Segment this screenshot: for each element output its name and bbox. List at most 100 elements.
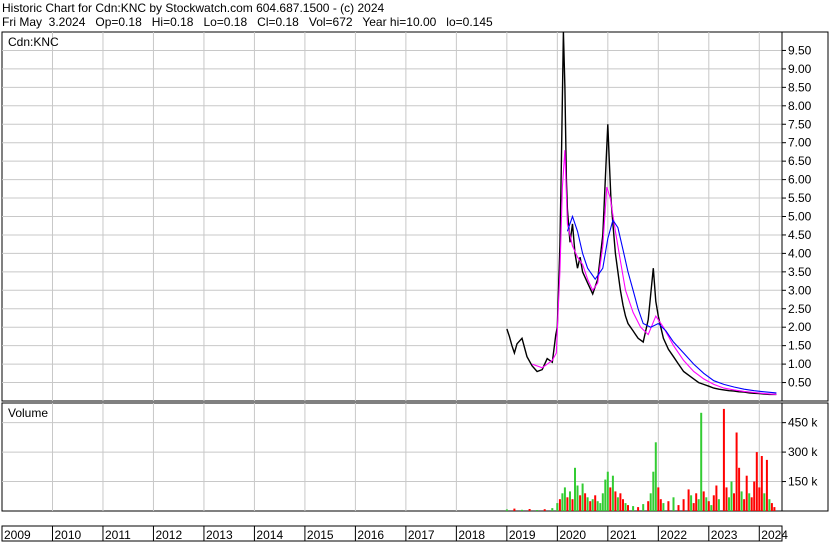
volume-bar xyxy=(571,499,574,511)
stock-chart-root: Historic Chart for Cdn:KNC by Stockwatch… xyxy=(0,0,830,543)
price-tick-label: 9.50 xyxy=(788,43,812,57)
year-tick-label: 2020 xyxy=(559,528,586,542)
volume-bar xyxy=(717,499,720,511)
year-tick-label: 2022 xyxy=(660,528,687,542)
volume-bar xyxy=(755,452,758,511)
price-tick-label: 6.00 xyxy=(788,173,812,187)
price-tick-label: 1.00 xyxy=(788,357,812,371)
year-tick-label: 2024 xyxy=(761,528,788,542)
volume-bar xyxy=(624,503,627,511)
volume-bar xyxy=(657,487,660,511)
volume-bar xyxy=(725,487,728,511)
volume-bar xyxy=(702,491,705,511)
price-tick-label: 3.50 xyxy=(788,265,812,279)
volume-bar xyxy=(599,503,602,511)
volume-bar xyxy=(649,493,652,511)
price-tick-label: 3.00 xyxy=(788,283,812,297)
volume-bar xyxy=(760,456,763,511)
price-tick-label: 9.00 xyxy=(788,62,812,76)
price-tick-label: 6.50 xyxy=(788,154,812,168)
volume-bar xyxy=(652,471,655,511)
volume-bar xyxy=(758,487,761,511)
volume-bar xyxy=(647,501,650,511)
volume-bar xyxy=(586,497,589,511)
price-tick-label: 1.50 xyxy=(788,339,812,353)
volume-bar xyxy=(642,504,645,511)
volume-bar xyxy=(722,408,725,511)
x-axis-panel: 2009 2010 2011 2012 2013 2014 2015 2016 2017 2018… xyxy=(1,525,788,542)
volume-bar xyxy=(738,467,741,511)
price-panel-title: Cdn:KNC xyxy=(8,35,59,49)
year-tick-label: 2018 xyxy=(458,528,485,542)
volume-bar xyxy=(543,509,546,511)
price-panel: 0.50 1.00 1.50 2.00 2.50 3.00 3.50 4.00 4.50 5.00… xyxy=(1,31,829,402)
volume-bar xyxy=(622,499,624,511)
volume-bar xyxy=(728,497,730,511)
year-tick-label: 2011 xyxy=(105,528,131,542)
volume-bar xyxy=(707,501,710,511)
volume-bar xyxy=(569,491,571,511)
volume-bar xyxy=(773,507,776,511)
volume-bar xyxy=(579,495,582,511)
volume-bar xyxy=(697,499,700,511)
volume-bar xyxy=(611,475,614,511)
year-tick-label: 2015 xyxy=(307,528,334,542)
volume-bar xyxy=(748,493,751,511)
volume-bar xyxy=(561,493,564,511)
volume-bar xyxy=(770,503,773,511)
price-tick-label: 4.50 xyxy=(788,228,812,242)
volume-bar xyxy=(654,442,657,511)
volume-bar xyxy=(609,487,612,511)
volume-bar xyxy=(594,495,597,511)
price-tick-label: 7.50 xyxy=(788,117,812,131)
volume-bar xyxy=(584,493,587,511)
volume-bar xyxy=(740,491,743,511)
volume-bar xyxy=(677,505,680,511)
volume-bar xyxy=(743,499,746,511)
volume-bar xyxy=(556,503,559,511)
volume-bar xyxy=(667,501,670,511)
volume-bar xyxy=(619,493,622,511)
volume-bar xyxy=(601,493,604,511)
volume-bar xyxy=(606,471,609,511)
price-tick-label: 2.50 xyxy=(788,302,812,316)
volume-bar xyxy=(692,503,695,511)
volume-bar xyxy=(596,501,599,511)
volume-bar xyxy=(627,505,629,511)
year-tick-label: 2012 xyxy=(155,528,182,542)
volume-bar xyxy=(765,459,768,511)
volume-bar xyxy=(662,503,665,511)
volume-bar xyxy=(574,467,576,511)
year-tick-label: 2014 xyxy=(256,528,283,542)
price-tick-label: 7.00 xyxy=(788,136,812,150)
volume-bar xyxy=(712,495,715,511)
year-tick-label: 2021 xyxy=(610,528,637,542)
price-tick-label: 2.00 xyxy=(788,320,812,334)
volume-bar xyxy=(705,497,708,511)
volume-bar xyxy=(715,485,718,511)
volume-bar xyxy=(581,483,584,511)
volume-bar xyxy=(763,493,766,511)
year-tick-label: 2010 xyxy=(54,528,81,542)
volume-bar xyxy=(768,499,771,511)
year-tick-label: 2019 xyxy=(509,528,536,542)
volume-tick-label: 450 k xyxy=(788,416,818,430)
year-tick-label: 2009 xyxy=(4,528,31,542)
volume-bar xyxy=(591,499,594,511)
volume-bar xyxy=(690,495,693,511)
year-tick-label: 2017 xyxy=(408,528,435,542)
volume-bar xyxy=(753,481,756,511)
volume-bar xyxy=(735,432,738,511)
volume-bar xyxy=(558,499,561,511)
volume-bar xyxy=(730,481,733,511)
volume-bar xyxy=(632,506,635,511)
volume-bar xyxy=(733,493,735,511)
volume-panel: 150 k 300 k 450 k Volume xyxy=(1,402,829,512)
chart-canvas: 0.50 1.00 1.50 2.00 2.50 3.00 3.50 4.00 4.50 5.00… xyxy=(1,31,829,542)
price-tick-label: 4.00 xyxy=(788,246,812,260)
volume-bar xyxy=(566,497,569,511)
price-tick-label: 8.50 xyxy=(788,80,812,94)
volume-bar xyxy=(672,497,675,511)
volume-bar xyxy=(750,497,753,511)
year-tick-label: 2016 xyxy=(357,528,384,542)
